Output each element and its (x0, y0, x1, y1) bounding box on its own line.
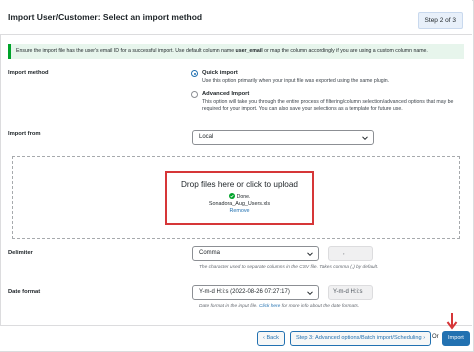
chevron-right-icon: › (423, 335, 426, 341)
date-format-help-post: for more info about the date formats. (280, 304, 360, 309)
date-format-value: Y-m-d H:i:s (2022-08-26 07:27:17) (199, 289, 290, 295)
import-from-select[interactable]: Local (192, 130, 374, 145)
back-button-label: Back (266, 335, 279, 341)
chevron-left-icon: ‹ (263, 335, 265, 341)
delimiter-help: The character used to separate columns i… (199, 265, 379, 270)
upload-done-text: Done. (236, 194, 251, 200)
upload-done-row: Done. (167, 193, 312, 200)
info-notice: Ensure the import file has the user's em… (8, 44, 464, 59)
drop-files-text: Drop files here or click to upload (181, 180, 298, 189)
import-from-value: Local (199, 134, 214, 140)
arrow-down-icon (446, 313, 458, 330)
step-badge: Step 2 of 3 (417, 12, 463, 29)
quick-import-desc: Use this option primarily when your inpu… (202, 78, 390, 84)
page-header: Import User/Customer: Select an import m… (0, 0, 472, 35)
delimiter-label: Delimiter (8, 250, 33, 256)
delimiter-select[interactable]: Comma (192, 246, 319, 261)
date-format-label: Date format (8, 289, 41, 295)
date-format-help: Date format in the input file. Click her… (199, 304, 359, 309)
chevron-down-icon (307, 252, 313, 257)
notice-text-pre: Ensure the import file has the user's em… (16, 48, 236, 54)
next-step-label: Step 3: Advanced options/Batch import/Sc… (296, 335, 422, 341)
page-title: Import User/Customer: Select an import m… (8, 12, 203, 22)
quick-import-radio[interactable] (191, 70, 198, 77)
quick-import-title: Quick import (202, 70, 238, 76)
custom-delimiter-input[interactable]: , (328, 246, 373, 261)
check-circle-icon (228, 193, 235, 199)
chevron-down-icon (362, 136, 368, 141)
import-button[interactable]: Import (442, 331, 470, 346)
upload-status-box[interactable]: Drop files here or click to upload Done.… (165, 171, 314, 225)
custom-date-format-input[interactable]: Y-m-d H:i:s (328, 285, 373, 300)
chevron-down-icon (307, 291, 313, 296)
date-format-help-link[interactable]: Click here (259, 304, 280, 309)
back-button[interactable]: ‹ Back (257, 331, 285, 346)
import-method-label: Import method (8, 70, 49, 76)
or-text: Or (432, 334, 439, 340)
notice-column-name: user_email (235, 48, 263, 54)
notice-text-post: or map the column accordingly if you are… (262, 48, 428, 54)
import-from-label: Import from (8, 131, 41, 137)
uploaded-filename: Sonadora_Aug_Users.xls (208, 201, 271, 207)
next-step-button[interactable]: Step 3: Advanced options/Batch import/Sc… (290, 331, 432, 346)
date-format-select[interactable]: Y-m-d H:i:s (2022-08-26 07:27:17) (192, 285, 319, 300)
date-format-help-pre: Date format in the input file. (199, 304, 259, 309)
advanced-import-radio[interactable] (191, 91, 198, 98)
advanced-import-desc: This option will take you through the en… (202, 99, 454, 113)
remove-file-link[interactable]: Remove (167, 208, 312, 214)
advanced-import-title: Advanced Import (202, 91, 250, 97)
delimiter-value: Comma (199, 250, 221, 256)
